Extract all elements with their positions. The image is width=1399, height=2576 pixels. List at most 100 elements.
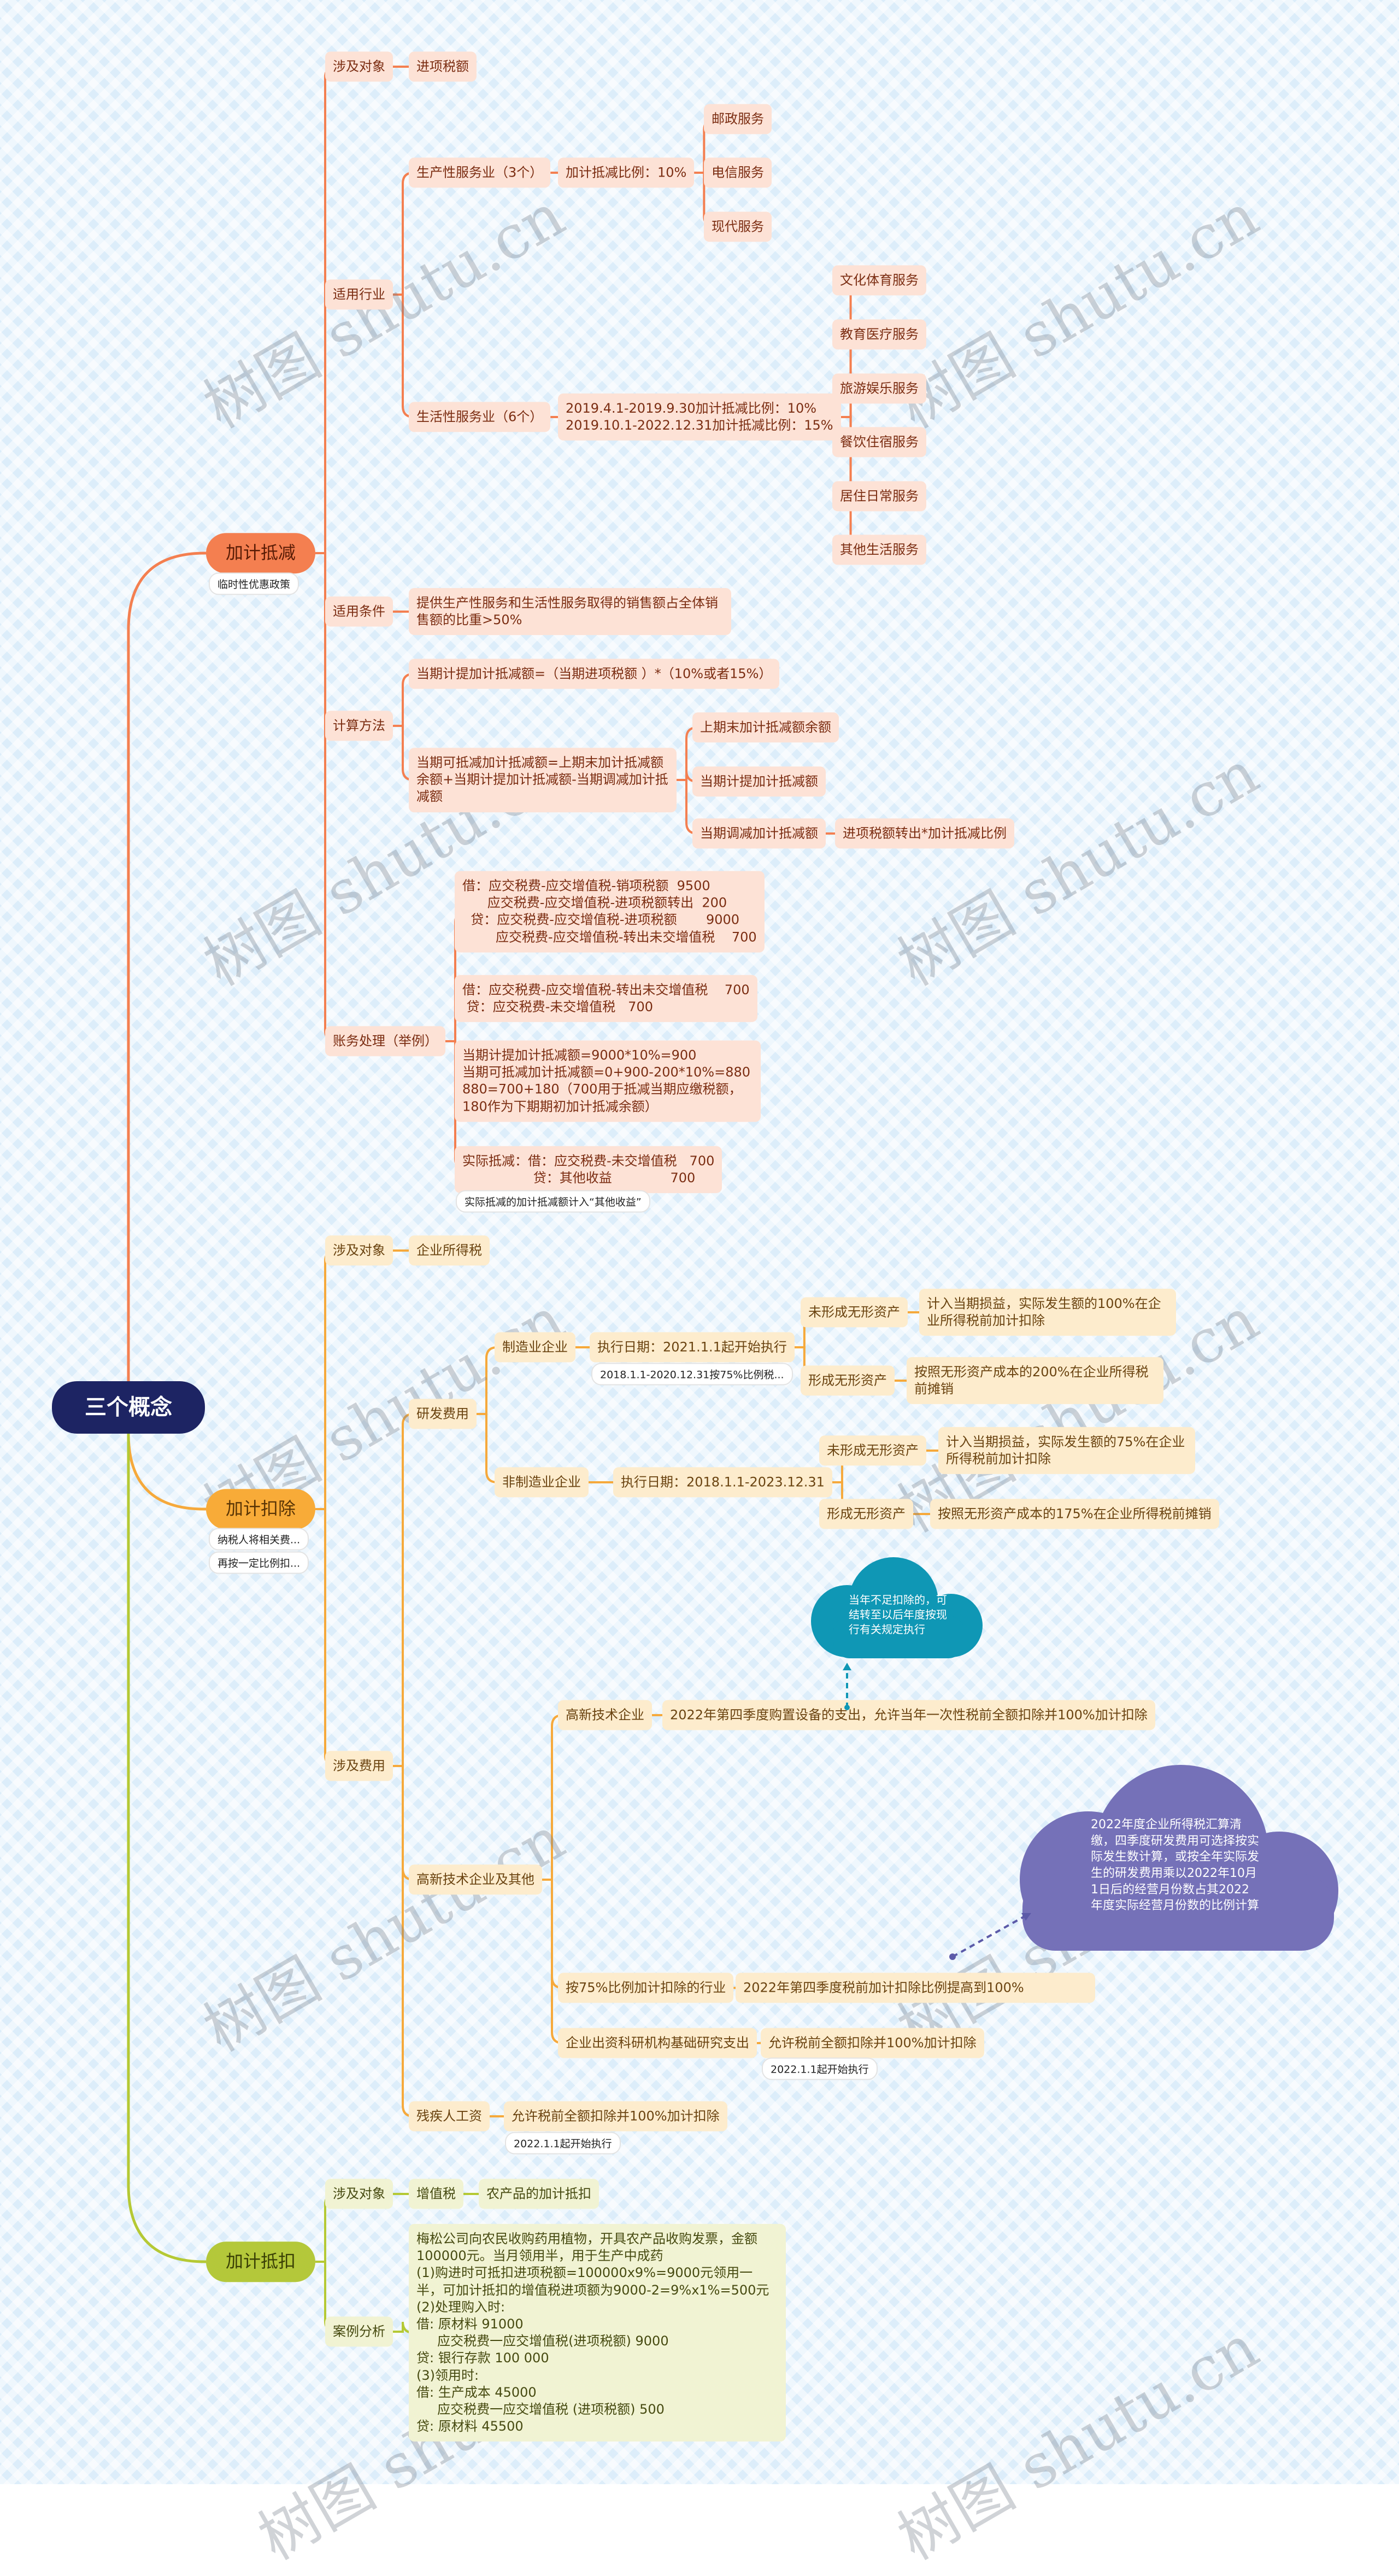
node-production-rate[interactable]: 加计抵减比例：10% <box>558 157 695 188</box>
node-effective-date[interactable]: 执行日期：2018.1.1-2023.12.31 <box>613 1467 832 1498</box>
node-rule[interactable]: 允许税前全额扣除并100%加计扣除 <box>504 2101 727 2132</box>
dashed-arrow-icon <box>949 1913 1031 1960</box>
note-label[interactable]: 实际抵减的加计抵减额计入“其他收益” <box>456 1190 650 1213</box>
node-rule[interactable]: 计入当期损益，实际发生额的75%在企业所得税前加计扣除 <box>938 1427 1195 1475</box>
callout-text: 2022年度企业所得税汇算清缴，四季度研发费用可选择按实际发生数计算，或按全年实… <box>1091 1818 1260 1913</box>
node-tax-type[interactable]: 增值税 <box>409 2179 463 2209</box>
rate-line: 2019.10.1-2022.12.31加计抵减比例：15% <box>566 418 833 433</box>
node-rule[interactable]: 2022年第四季度购置设备的支出，允许当年一次性税前全额扣除并100%加计扣除 <box>662 1700 1155 1730</box>
list-item[interactable]: 邮政服务 <box>704 104 772 134</box>
note-label[interactable]: 再按一定比例扣... <box>209 1551 309 1574</box>
list-item[interactable]: 现代服务 <box>704 212 772 242</box>
note-label[interactable]: 2018.1.1-2020.12.31按75%比例税... <box>591 1363 793 1386</box>
list-item[interactable]: 餐饮住宿服务 <box>832 427 926 457</box>
entry-line: 贷：应交税费-应交增值税-进项税额 9000 <box>462 912 740 928</box>
root-topic[interactable]: 三个概念 <box>52 1381 205 1434</box>
node-formula-part[interactable]: 当期调减加计抵减额 <box>692 818 826 849</box>
node-no-intangible[interactable]: 未形成无形资产 <box>819 1435 926 1466</box>
dashed-arrow-icon <box>843 1663 851 1710</box>
node-expenses[interactable]: 涉及费用 <box>325 1751 393 1781</box>
case-line: (1)购进时可抵扣进项税额=100000x9%=9000元领用一半，可加计抵扣的… <box>416 2265 769 2298</box>
case-line: 贷: 银行存款 100 000 <box>416 2350 549 2366</box>
list-item[interactable]: 居住日常服务 <box>832 481 926 512</box>
node-formula-detail[interactable]: 进项税额转出*加计抵减比例 <box>835 818 1014 849</box>
node-rd-expense[interactable]: 研发费用 <box>409 1399 477 1429</box>
node-formula-part[interactable]: 当期计提加计抵减额 <box>692 766 826 797</box>
entry-line: 880=700+180（700用于抵减当期应缴税额，180作为下期期初加计抵减余… <box>462 1082 742 1114</box>
mindmap-canvas: 树图 shutu.cn 树图 shutu.cn 树图 shutu.cn 树图 s… <box>0 0 1399 2573</box>
connector <box>127 1433 206 1511</box>
connector <box>315 1249 337 1510</box>
callout-cloud-teal[interactable]: 当年不足扣除的，可结转至以后年度按现行有关规定执行 <box>801 1550 992 1662</box>
callout-cloud-purple[interactable]: 2022年度企业所得税汇算清缴，四季度研发费用可选择按实际发生数计算，或按全年实… <box>1006 1759 1348 1953</box>
node-production-services[interactable]: 生产性服务业（3个） <box>409 157 551 188</box>
list-item[interactable]: 电信服务 <box>704 157 772 188</box>
branch-jiaji-kouchu[interactable]: 加计扣除 <box>206 1489 316 1529</box>
rate-line: 2019.4.1-2019.9.30加计抵减比例：10% <box>566 400 817 416</box>
connector <box>393 172 414 296</box>
branch-jiaji-dijian[interactable]: 加计抵减 <box>206 533 316 573</box>
node-formula-part[interactable]: 上期末加计抵减额余额 <box>692 712 839 743</box>
node-journal-entry[interactable]: 借：应交税费-应交增值税-销项税额 9500 应交税费-应交增值税-进项税额转出… <box>455 871 765 953</box>
case-line: 借: 原材料 91000 <box>416 2316 524 2332</box>
node-formula[interactable]: 当期可抵减加计抵减额=上期末加计抵减额余额+当期计提加计抵减额-当期调减加计抵减… <box>409 748 677 812</box>
node-subject[interactable]: 涉及对象 <box>325 51 393 82</box>
entry-line: 借：应交税费-应交增值税-转出未交增值税 700 <box>462 982 750 997</box>
node-journal-entry[interactable]: 借：应交税费-应交增值税-转出未交增值税 700 贷：应交税费-未交增值税 70… <box>455 975 757 1023</box>
connector <box>127 1434 206 2263</box>
case-line: (2)处理购入时: <box>416 2299 505 2315</box>
node-subject-value[interactable]: 进项税额 <box>409 51 477 82</box>
note-label[interactable]: 纳税人将相关费... <box>209 1528 309 1551</box>
note-label[interactable]: 2022.1.1起开始执行 <box>505 2132 621 2155</box>
node-condition[interactable]: 适用条件 <box>325 596 393 627</box>
entry-line: 借：应交税费-应交增值税-销项税额 9500 <box>462 878 710 894</box>
entry-line: 当期计提加计抵减额=9000*10%=900 <box>462 1047 697 1063</box>
node-rule[interactable]: 计入当期损益，实际发生额的100%在企业所得税前加计扣除 <box>919 1288 1176 1336</box>
note-label[interactable]: 2022.1.1起开始执行 <box>762 2057 878 2080</box>
node-case-analysis[interactable]: 案例分析 <box>325 2316 393 2347</box>
node-intangible[interactable]: 形成无形资产 <box>801 1365 895 1396</box>
node-hightech[interactable]: 高新技术企业 <box>558 1700 652 1730</box>
node-accounting[interactable]: 账务处理（举例） <box>325 1026 445 1057</box>
case-line: 借: 生产成本 45000 <box>416 2384 537 2400</box>
node-hightech-other[interactable]: 高新技术企业及其他 <box>409 1864 542 1895</box>
node-journal-entry[interactable]: 实际抵减：借：应交税费-未交增值税 700 贷：其他收益 700 <box>455 1146 722 1194</box>
node-disabled-wages[interactable]: 残疾人工资 <box>409 2101 490 2132</box>
entry-line: 当期可抵减加计抵减额=0+900-200*10%=880 <box>462 1064 751 1080</box>
list-item[interactable]: 其他生活服务 <box>832 535 926 565</box>
branch-jiaji-dikou[interactable]: 加计抵扣 <box>206 2241 316 2282</box>
case-line: (3)领用时: <box>416 2367 479 2383</box>
node-subject-value[interactable]: 农产品的加计抵扣 <box>479 2179 599 2209</box>
node-non-manufacturing[interactable]: 非制造业企业 <box>495 1467 589 1498</box>
node-subject-value[interactable]: 企业所得税 <box>409 1235 490 1266</box>
node-effective-date[interactable]: 执行日期：2021.1.1起开始执行 <box>590 1332 795 1363</box>
node-no-intangible[interactable]: 未形成无形资产 <box>801 1297 908 1328</box>
list-item[interactable]: 旅游娱乐服务 <box>832 373 926 404</box>
node-life-rate[interactable]: 2019.4.1-2019.9.30加计抵减比例：10% 2019.10.1-2… <box>558 393 841 441</box>
node-rule[interactable]: 按照无形资产成本的175%在企业所得税前摊销 <box>930 1499 1219 1529</box>
node-condition-value[interactable]: 提供生产性服务和生活性服务取得的销售额占全体销售额的比重>50% <box>409 588 731 636</box>
note-label[interactable]: 临时性优惠政策 <box>209 572 299 595</box>
node-manufacturing[interactable]: 制造业企业 <box>495 1332 575 1363</box>
connector <box>127 551 206 1381</box>
connector <box>315 1508 337 1767</box>
node-subject[interactable]: 涉及对象 <box>325 1235 393 1266</box>
list-item[interactable]: 文化体育服务 <box>832 265 926 296</box>
case-line: 梅松公司向农民收购药用植物，开具农产品收购发票，金额100000元。当月领用半，… <box>416 2231 757 2264</box>
node-formula[interactable]: 当期计提加计抵减额=（当期进项税额 ）*（10%或者15%） <box>409 659 780 689</box>
node-intangible[interactable]: 形成无形资产 <box>819 1499 913 1529</box>
node-journal-calc[interactable]: 当期计提加计抵减额=9000*10%=900 当期可抵减加计抵减额=0+900-… <box>455 1040 761 1122</box>
node-basic-research[interactable]: 企业出资科研机构基础研究支出 <box>558 2028 757 2058</box>
node-rule[interactable]: 按照无形资产成本的200%在企业所得税前摊销 <box>907 1357 1163 1405</box>
list-item[interactable]: 教育医疗服务 <box>832 319 926 350</box>
node-calc-method[interactable]: 计算方法 <box>325 711 393 741</box>
node-rule[interactable]: 2022年第四季度税前加计扣除比例提高到100% <box>736 1973 1095 2003</box>
node-subject[interactable]: 涉及对象 <box>325 2179 393 2209</box>
entry-line: 应交税费-应交增值税-转出未交增值税 700 <box>462 929 757 945</box>
node-life-services[interactable]: 生活性服务业（6个） <box>409 402 551 432</box>
entry-line: 实际抵减：借：应交税费-未交增值税 700 <box>462 1153 715 1169</box>
node-industry[interactable]: 适用行业 <box>325 279 393 310</box>
node-case-text[interactable]: 梅松公司向农民收购药用植物，开具农产品收购发票，金额100000元。当月领用半，… <box>409 2223 786 2442</box>
node-rule[interactable]: 允许税前全额扣除并100%加计扣除 <box>761 2028 984 2058</box>
node-75pct-industries[interactable]: 按75%比例加计扣除的行业 <box>558 1973 734 2003</box>
